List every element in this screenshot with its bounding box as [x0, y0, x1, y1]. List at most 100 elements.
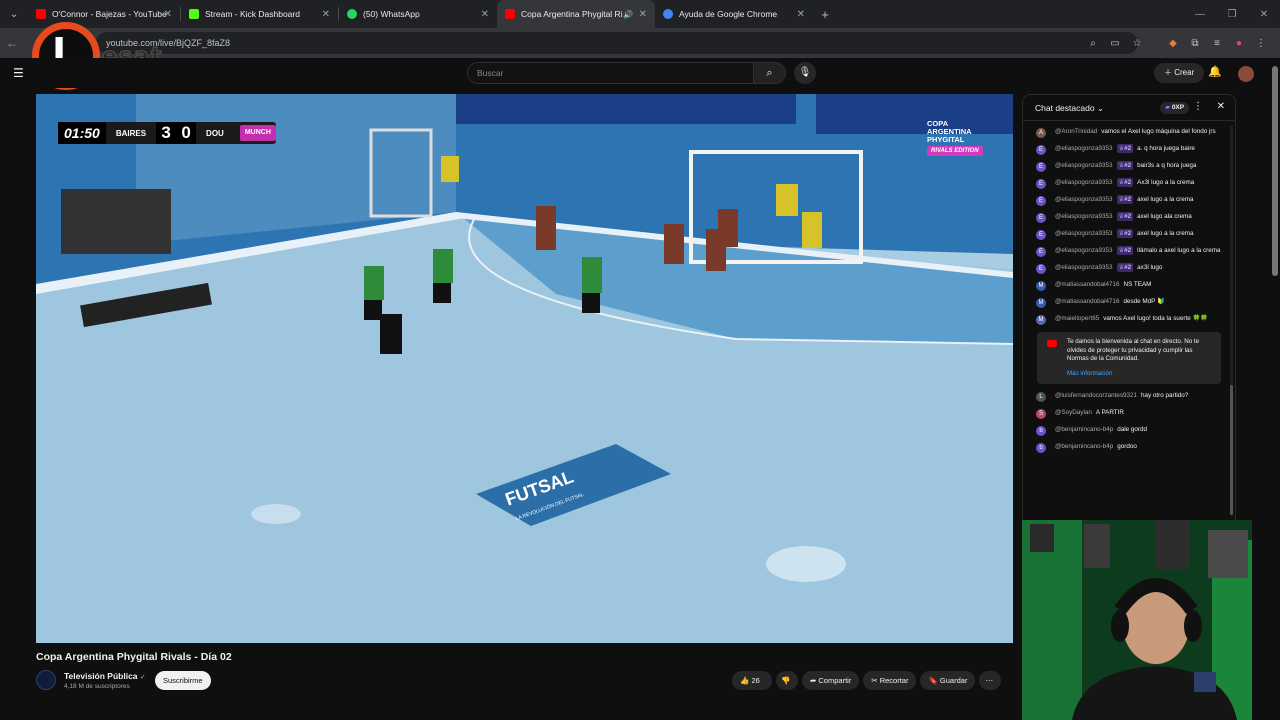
chat-avatar[interactable]: E — [1036, 264, 1046, 274]
chat-avatar[interactable]: E — [1036, 230, 1046, 240]
chat-author[interactable]: @luisfernandocorzantes9321 — [1055, 392, 1137, 399]
chat-avatar[interactable]: E — [1036, 247, 1046, 257]
chat-scroll-thumb[interactable] — [1230, 385, 1233, 515]
chat-author[interactable]: @benjamincano-b4p — [1055, 443, 1113, 450]
extension-icon[interactable]: ◆ — [1162, 38, 1184, 49]
clip-button[interactable]: ✂ Recortar — [863, 671, 917, 690]
chat-author[interactable]: @SoyDaylan — [1055, 409, 1092, 416]
search-icon: ⌕ — [766, 67, 773, 79]
extensions-puzzle-icon[interactable]: ⧉ — [1184, 38, 1206, 49]
chat-author[interactable]: @AronTrinidad — [1055, 128, 1097, 135]
chat-author[interactable]: @eliaspogonza9353 — [1055, 264, 1113, 271]
new-tab-button[interactable]: + — [813, 7, 837, 22]
like-button[interactable]: 👍 26 — [732, 671, 772, 690]
chat-avatar[interactable]: A — [1036, 128, 1046, 138]
tab-kick-dashboard[interactable]: Stream - Kick Dashboard ✕ — [181, 0, 338, 28]
search-input[interactable]: Buscar — [467, 62, 754, 84]
close-tab-icon[interactable]: ✕ — [322, 9, 330, 20]
chat-avatar[interactable]: M — [1036, 298, 1046, 308]
channel-avatar[interactable] — [36, 670, 56, 690]
chat-avatar[interactable]: E — [1036, 145, 1046, 155]
chat-author[interactable]: @benjamincano-b4p — [1055, 426, 1113, 433]
create-button[interactable]: ＋ Crear — [1154, 63, 1205, 83]
speaker-icon[interactable]: 🔊 — [623, 10, 633, 19]
voice-search-button[interactable]: 🎙 — [794, 62, 816, 84]
close-tab-icon[interactable]: ✕ — [797, 9, 805, 20]
video-player[interactable]: 01:50 BAIRES 3 0 DOU MUNCH COPA ARGENTIN… — [36, 94, 1013, 643]
share-button[interactable]: ➦ Compartir — [802, 671, 860, 690]
close-tab-icon[interactable]: ✕ — [639, 9, 647, 20]
dislike-button[interactable]: 👎 — [776, 671, 798, 690]
media-control-icon[interactable]: ≡ — [1206, 38, 1228, 49]
maximize-icon[interactable]: ❐ — [1216, 9, 1248, 20]
close-chat-icon[interactable]: ✕ — [1217, 101, 1225, 112]
webcam-overlay — [1022, 520, 1252, 720]
chat-author[interactable]: @matiassandobal4716 — [1055, 298, 1120, 305]
chat-avatar[interactable]: b — [1036, 443, 1046, 453]
notifications-bell-icon[interactable]: 🔔 — [1208, 65, 1222, 78]
close-tab-icon[interactable]: ✕ — [481, 9, 489, 20]
chat-author[interactable]: @eliaspogonza9353 — [1055, 162, 1113, 169]
chat-avatar[interactable]: M — [1036, 315, 1046, 325]
zoom-icon[interactable]: ⌕ — [1082, 38, 1104, 49]
share-label: Compartir — [818, 676, 852, 685]
search-button[interactable]: ⌕ — [754, 62, 786, 84]
chat-text: bair3s a q hora juega — [1137, 162, 1197, 169]
chat-avatar[interactable]: E — [1036, 196, 1046, 206]
chat-author[interactable]: @eliaspogonza9353 — [1055, 230, 1113, 237]
chat-scrollbar[interactable] — [1230, 125, 1233, 515]
window-controls: — ❐ ✕ — [1184, 0, 1280, 28]
xp-badge[interactable]: ▰ 0XP — [1160, 102, 1190, 114]
channel-name[interactable]: Televisión Pública ✓ — [64, 671, 146, 681]
more-options-icon[interactable]: ⋮ — [1250, 38, 1272, 49]
chat-message: S @SoyDaylan A PARTIR — [1023, 405, 1229, 422]
more-info-link[interactable]: Más información — [1067, 370, 1215, 379]
chat-avatar[interactable]: S — [1036, 409, 1046, 419]
chat-author[interactable]: @eliaspogonza9353 — [1055, 247, 1113, 254]
tab-copa-argentina[interactable]: Copa Argentina Phygital Ri 🔊 ✕ — [497, 0, 655, 28]
chat-avatar[interactable]: E — [1036, 179, 1046, 189]
member-badge: ♕#2 — [1116, 161, 1134, 170]
chat-avatar[interactable]: E — [1036, 213, 1046, 223]
sponsor-badge: MUNCH — [239, 125, 276, 141]
close-tab-icon[interactable]: ✕ — [164, 9, 172, 20]
tab-whatsapp[interactable]: (50) WhatsApp ✕ — [339, 0, 497, 28]
chat-author[interactable]: @eliaspogonza9353 — [1055, 179, 1113, 186]
subscribe-button[interactable]: Suscribirme — [155, 671, 211, 690]
tab-search-menu-icon[interactable]: ⌄ — [0, 0, 28, 28]
minimize-icon[interactable]: — — [1184, 9, 1216, 20]
chat-avatar[interactable]: b — [1036, 426, 1046, 436]
chat-author[interactable]: @maiellopert65 — [1055, 315, 1099, 322]
page-scrollbar[interactable] — [1272, 60, 1278, 720]
back-icon[interactable]: ← — [0, 36, 24, 50]
chat-author[interactable]: @eliaspogonza9353 — [1055, 145, 1113, 152]
chat-avatar[interactable]: E — [1036, 162, 1046, 172]
chat-mode-dropdown[interactable]: Chat destacado ⌄ — [1035, 103, 1104, 114]
more-actions-button[interactable]: ⋯ — [979, 671, 1002, 690]
chat-avatar[interactable]: L — [1036, 392, 1046, 402]
away-team: DOU — [206, 128, 224, 138]
cast-icon[interactable]: ▭ — [1104, 38, 1126, 49]
url-field[interactable]: youtube.com/live/BjQZF_8faZ8 — [96, 32, 1138, 54]
chat-author[interactable]: @eliaspogonza9353 — [1055, 213, 1113, 220]
tab-chrome-help[interactable]: Ayuda de Google Chrome ✕ — [655, 0, 813, 28]
channel-name-text: Televisión Pública — [64, 671, 138, 681]
browser-tab-bar: ⌄ O'Connor - Bajezas - YouTube ✕ Stream … — [0, 0, 1280, 28]
menu-icon[interactable]: ☰ — [13, 66, 24, 80]
chat-welcome-notice: Te damos la bienvenida al chat en direct… — [1037, 332, 1221, 384]
save-button[interactable]: 🔖 Guardar — [920, 671, 976, 690]
profile-icon[interactable]: ● — [1228, 38, 1250, 49]
user-avatar[interactable] — [1238, 66, 1254, 82]
home-score: 3 — [156, 122, 177, 144]
chat-author[interactable]: @matiassandobal4716 — [1055, 281, 1120, 288]
chat-options-icon[interactable]: ⋮ — [1193, 101, 1203, 112]
tab-label: (50) WhatsApp — [363, 9, 420, 19]
chat-text: axel lugo a la crema — [1137, 196, 1194, 203]
chat-avatar[interactable]: M — [1036, 281, 1046, 291]
bookmark-star-icon[interactable]: ☆ — [1126, 38, 1148, 49]
scoreboard: 01:50 BAIRES 3 0 DOU MUNCH — [58, 122, 276, 144]
close-window-icon[interactable]: ✕ — [1248, 9, 1280, 20]
page-scroll-thumb[interactable] — [1272, 66, 1278, 276]
chat-author[interactable]: @eliaspogonza9353 — [1055, 196, 1113, 203]
subscriber-count: 4,18 M de suscriptores — [64, 683, 130, 690]
